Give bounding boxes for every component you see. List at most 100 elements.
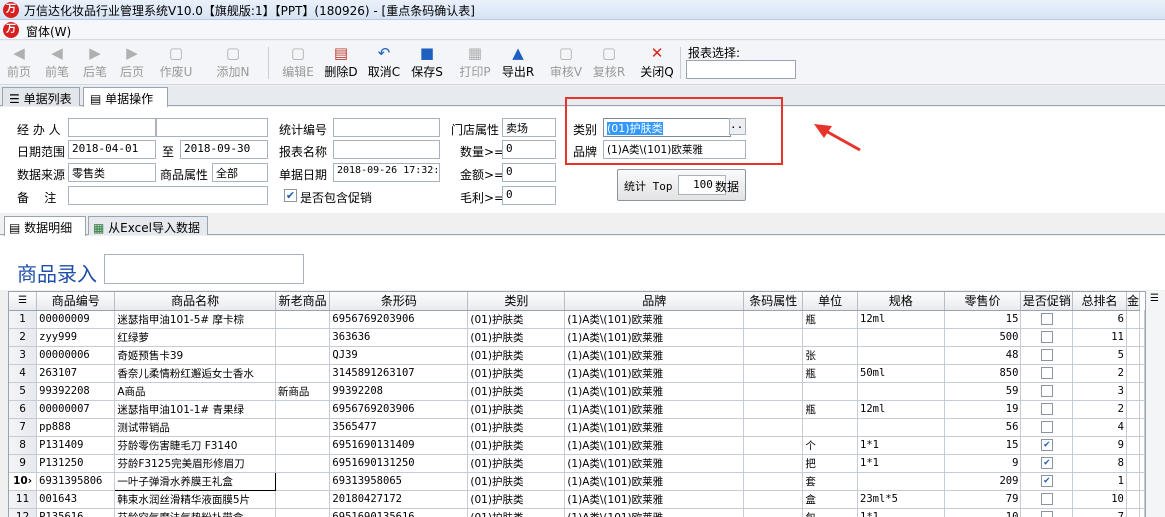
cell-code[interactable]: P135616 bbox=[36, 508, 116, 517]
row-number[interactable]: 11 bbox=[9, 490, 38, 509]
table-row[interactable]: 2 zyy999 红绿萝 363636 (01)护肤类 (1)A类\(101)欧莱雅 500… bbox=[9, 328, 1145, 347]
recheck-button[interactable]: ▢ 复核R bbox=[590, 43, 628, 83]
cell-brand[interactable]: (1)A类\(101)欧莱雅 bbox=[564, 490, 745, 509]
delete-button[interactable]: ▤ 删除D bbox=[322, 43, 360, 83]
export-button[interactable]: ▲ 导出R bbox=[499, 43, 537, 83]
cell-barcode[interactable]: 6956769203906 bbox=[329, 400, 469, 419]
cell-price[interactable]: 15 bbox=[944, 436, 1022, 455]
cell-brand[interactable]: (1)A类\(101)欧莱雅 bbox=[564, 400, 745, 419]
cell-name[interactable]: A商品 bbox=[114, 382, 276, 401]
cell-name[interactable]: 韩束水润丝滑精华液面膜5片 bbox=[114, 490, 276, 509]
col-header-rank[interactable]: 总排名 bbox=[1072, 292, 1127, 311]
edit-button[interactable]: ▢ 编辑E bbox=[279, 43, 317, 83]
cell-new[interactable] bbox=[275, 418, 331, 437]
cell-unit[interactable] bbox=[802, 328, 859, 347]
row-number[interactable]: 12 bbox=[9, 508, 38, 517]
cell-barcode-attr[interactable] bbox=[743, 310, 804, 329]
promo-checkbox[interactable] bbox=[1040, 421, 1053, 433]
promo-checkbox[interactable] bbox=[1040, 367, 1053, 379]
cell-name[interactable]: 测试带销品 bbox=[114, 418, 276, 437]
grid-corner-icon[interactable]: ☰ bbox=[9, 292, 38, 311]
cell-barcode-attr[interactable] bbox=[743, 346, 804, 365]
cell-price[interactable]: 56 bbox=[944, 418, 1022, 437]
cell-category[interactable]: (01)护肤类 bbox=[467, 382, 566, 401]
cell-code[interactable]: pp888 bbox=[36, 418, 116, 437]
cell-category[interactable]: (01)护肤类 bbox=[467, 436, 566, 455]
table-row[interactable]: 12P135616芬龄空气魔法气垫粉扑带盒 6951690135616(01)护肤… bbox=[9, 508, 1145, 517]
cell-rank[interactable]: 7 bbox=[1072, 508, 1127, 517]
report-name-field[interactable] bbox=[333, 140, 440, 159]
cell-new[interactable] bbox=[275, 508, 331, 517]
save-button[interactable]: ■ 保存S bbox=[408, 43, 446, 83]
cell-amount[interactable] bbox=[1126, 364, 1141, 383]
cell-name[interactable]: 迷瑟指甲油101-1# 青果绿 bbox=[114, 400, 276, 419]
cell-brand[interactable]: (1)A类\(101)欧莱雅 bbox=[564, 472, 745, 491]
cell-code[interactable]: P131409 bbox=[36, 436, 116, 455]
cell-code[interactable]: 263107 bbox=[36, 364, 116, 383]
cell-rank[interactable]: 9 bbox=[1072, 436, 1127, 455]
cell-new[interactable] bbox=[275, 364, 331, 383]
cell-amount[interactable] bbox=[1126, 328, 1141, 347]
handler-name-field[interactable] bbox=[156, 118, 268, 137]
col-header-category[interactable]: 类别 bbox=[467, 292, 566, 311]
cell-unit[interactable]: 把 bbox=[802, 454, 859, 473]
cell-brand[interactable]: (1)A类\(101)欧莱雅 bbox=[564, 364, 745, 383]
cell-barcode[interactable]: 20180427172 bbox=[329, 490, 469, 509]
cell-spec[interactable] bbox=[857, 418, 945, 437]
cell-new[interactable] bbox=[275, 436, 331, 455]
table-row[interactable]: 9 P131250 芬龄F3125完美眉形修眉刀 6951690131250 (01)护… bbox=[9, 454, 1145, 473]
cell-name[interactable]: 芬龄零伤害睫毛刀 F3140 bbox=[114, 436, 276, 455]
cell-unit[interactable]: 包 bbox=[802, 508, 859, 517]
cell-barcode[interactable]: 6951690135616 bbox=[329, 508, 469, 517]
cell-amount[interactable] bbox=[1126, 490, 1141, 509]
cell-barcode-attr[interactable] bbox=[743, 472, 804, 491]
report-select-input[interactable] bbox=[686, 60, 796, 79]
promo-checkbox[interactable]: ✔ bbox=[1040, 457, 1053, 469]
cell-spec[interactable]: 23ml*5 bbox=[857, 490, 945, 509]
cell-amount[interactable] bbox=[1126, 436, 1141, 455]
col-header-new[interactable]: 新老商品 bbox=[275, 292, 331, 311]
cell-code[interactable]: 00000006 bbox=[36, 346, 116, 365]
col-header-amount[interactable]: 金 bbox=[1126, 292, 1141, 311]
cell-unit[interactable]: 瓶 bbox=[802, 364, 859, 383]
cell-rank[interactable]: 5 bbox=[1072, 346, 1127, 365]
cell-name[interactable]: 红绿萝 bbox=[114, 328, 276, 347]
cell-barcode[interactable]: 6956769203906 bbox=[329, 310, 469, 329]
row-number[interactable]: 5 bbox=[9, 382, 38, 401]
date-to-field[interactable]: 2018-09-30 bbox=[180, 140, 268, 159]
col-header-promo[interactable]: 是否促销 bbox=[1020, 292, 1074, 311]
cell-spec[interactable]: 1*1 bbox=[857, 508, 945, 517]
cell-spec[interactable]: 1*1 bbox=[857, 454, 945, 473]
cell-rank[interactable]: 10 bbox=[1072, 490, 1127, 509]
row-number[interactable]: 6 bbox=[9, 400, 38, 419]
cell-rank[interactable]: 2 bbox=[1072, 400, 1127, 419]
cell-code[interactable]: 00000009 bbox=[36, 310, 116, 329]
doc-date-field[interactable]: 2018-09-26 17:32:: bbox=[333, 163, 440, 182]
cell-barcode[interactable]: QJ39 bbox=[329, 346, 469, 365]
cell-new[interactable] bbox=[275, 454, 331, 473]
cell-category[interactable]: (01)护肤类 bbox=[467, 364, 566, 383]
cell-amount[interactable] bbox=[1126, 400, 1141, 419]
cell-name[interactable]: 一叶子弹滑水养膜王礼盒 bbox=[114, 471, 276, 491]
cell-barcode[interactable]: 3565477 bbox=[329, 418, 469, 437]
side-panel-icon[interactable]: ☰ bbox=[1150, 293, 1159, 304]
cell-unit[interactable] bbox=[802, 382, 859, 401]
cell-amount[interactable] bbox=[1126, 346, 1141, 365]
cell-barcode-attr[interactable] bbox=[743, 490, 804, 509]
cell-unit[interactable]: 瓶 bbox=[802, 400, 859, 419]
table-row[interactable]: 3 00000006 奇姬预售卡39 QJ39 (01)护肤类 (1)A类\(101)欧莱… bbox=[9, 346, 1145, 365]
product-entry-input[interactable] bbox=[104, 254, 304, 284]
col-header-price[interactable]: 零售价 bbox=[944, 292, 1022, 311]
cell-spec[interactable]: 12ml bbox=[857, 400, 945, 419]
cell-amount[interactable] bbox=[1126, 418, 1141, 437]
tab-data-detail[interactable]: ▤ 数据明细 bbox=[4, 216, 86, 236]
cell-category[interactable]: (01)护肤类 bbox=[467, 346, 566, 365]
cell-brand[interactable]: (1)A类\(101)欧莱雅 bbox=[564, 382, 745, 401]
promo-checkbox[interactable] bbox=[1040, 349, 1053, 361]
promo-checkbox[interactable] bbox=[1040, 511, 1053, 517]
table-row[interactable]: 11 001643 韩束水润丝滑精华液面膜5片 20180427172 (01)护肤类(… bbox=[9, 490, 1145, 509]
cell-rank[interactable]: 6 bbox=[1072, 310, 1127, 329]
cell-price[interactable]: 15 bbox=[944, 310, 1022, 329]
cell-rank[interactable]: 4 bbox=[1072, 418, 1127, 437]
handler-field[interactable] bbox=[68, 118, 156, 137]
